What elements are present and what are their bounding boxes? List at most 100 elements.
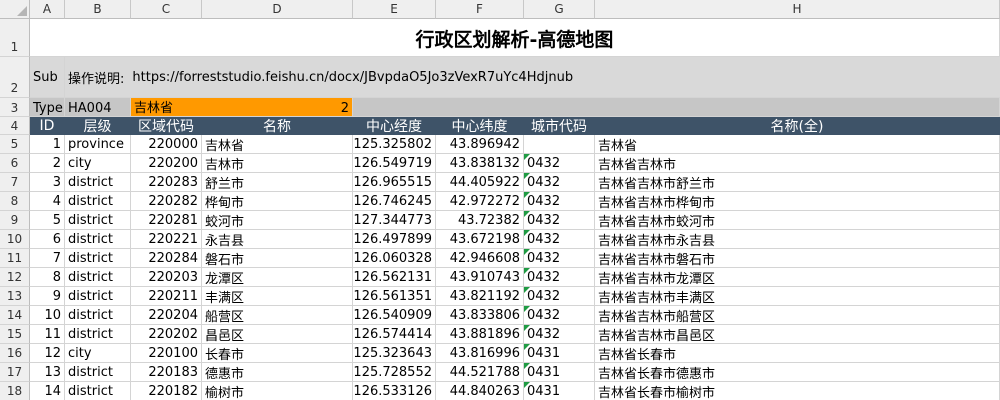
cell-city-code[interactable]: 0432 [524,249,595,268]
cell-lat[interactable]: 43.838132 [436,154,524,173]
cell-lat[interactable]: 42.972272 [436,192,524,211]
cell-lng[interactable]: 126.965515 [353,173,436,192]
cell-id[interactable]: 10 [30,306,65,325]
row-header-9[interactable]: 9 [0,211,30,230]
cell-name[interactable]: 丰满区 [202,287,353,306]
cell-level[interactable]: city [65,154,131,173]
cell-code[interactable]: 220200 [131,154,202,173]
cell-lng[interactable]: 126.549719 [353,154,436,173]
cell-name[interactable]: 龙潭区 [202,268,353,287]
cell-level[interactable]: district [65,268,131,287]
row-header-16[interactable]: 16 [0,344,30,363]
cell-city-code[interactable]: 0432 [524,173,595,192]
cell-name[interactable]: 舒兰市 [202,173,353,192]
header-level[interactable]: 层级 [65,117,131,135]
cell-id[interactable]: 11 [30,325,65,344]
cell-name[interactable]: 榆树市 [202,382,353,400]
cell-code[interactable]: 220283 [131,173,202,192]
cell-name[interactable]: 吉林市 [202,154,353,173]
cell-id[interactable]: 5 [30,211,65,230]
header-city-code[interactable]: 城市代码 [524,117,595,135]
column-header-c[interactable]: C [131,0,202,19]
cell-lng[interactable]: 125.325802 [353,135,436,154]
row-header-14[interactable]: 14 [0,306,30,325]
cell-name[interactable]: 德惠市 [202,363,353,382]
cell-b3[interactable]: HA004 [65,98,131,117]
cell-name[interactable]: 蛟河市 [202,211,353,230]
cell-lng[interactable]: 126.060328 [353,249,436,268]
cell-level[interactable]: district [65,249,131,268]
cell-city-code[interactable]: 0432 [524,211,595,230]
cell-id[interactable]: 7 [30,249,65,268]
cell-full-name[interactable]: 吉林省吉林市船营区 [595,306,1000,325]
cell-level[interactable]: district [65,287,131,306]
cell-level[interactable]: district [65,173,131,192]
cell-full-name[interactable]: 吉林省 [595,135,1000,154]
cell-full-name[interactable]: 吉林省吉林市昌邑区 [595,325,1000,344]
cell-name[interactable]: 桦甸市 [202,192,353,211]
cell-lat[interactable]: 44.840263 [436,382,524,400]
row-header-8[interactable]: 8 [0,192,30,211]
row-header-4[interactable]: 4 [0,117,30,135]
column-header-h[interactable]: H [595,0,1000,19]
cell-lng[interactable]: 126.561351 [353,287,436,306]
cell-name[interactable]: 永吉县 [202,230,353,249]
row-header-6[interactable]: 6 [0,154,30,173]
cell-id[interactable]: 13 [30,363,65,382]
row-header-10[interactable]: 10 [0,230,30,249]
cell-id[interactable]: 2 [30,154,65,173]
cell-level[interactable]: district [65,363,131,382]
cell-id[interactable]: 1 [30,135,65,154]
cell-full-name[interactable]: 吉林省吉林市桦甸市 [595,192,1000,211]
province-select-cell[interactable]: 吉林省 2 [131,98,353,117]
cell-lat[interactable]: 43.816996 [436,344,524,363]
cell-name[interactable]: 船营区 [202,306,353,325]
cell-city-code[interactable]: 0432 [524,287,595,306]
cell-code[interactable]: 220284 [131,249,202,268]
header-lng[interactable]: 中心经度 [353,117,436,135]
cell-city-code[interactable]: 0432 [524,306,595,325]
column-header-d[interactable]: D [202,0,353,19]
column-header-e[interactable]: E [353,0,436,19]
cell-full-name[interactable]: 吉林省吉林市舒兰市 [595,173,1000,192]
cell-id[interactable]: 14 [30,382,65,400]
cell-lng[interactable]: 126.497899 [353,230,436,249]
cell-lat[interactable]: 43.821192 [436,287,524,306]
cell-city-code[interactable]: 0432 [524,268,595,287]
cell-lng[interactable]: 126.533126 [353,382,436,400]
row-header-12[interactable]: 12 [0,268,30,287]
cell-id[interactable]: 6 [30,230,65,249]
row-header-11[interactable]: 11 [0,249,30,268]
column-header-f[interactable]: F [436,0,524,19]
cell-lng[interactable]: 125.323643 [353,344,436,363]
cell-e3[interactable] [353,98,1000,117]
cell-code[interactable]: 220203 [131,268,202,287]
cell-code[interactable]: 220202 [131,325,202,344]
cell-lng[interactable]: 126.746245 [353,192,436,211]
cell-code[interactable]: 220000 [131,135,202,154]
cell-level[interactable]: city [65,344,131,363]
cell-lat[interactable]: 43.833806 [436,306,524,325]
cell-city-code[interactable]: 0431 [524,344,595,363]
cell-full-name[interactable]: 吉林省吉林市永吉县 [595,230,1000,249]
cell-lat[interactable]: 43.896942 [436,135,524,154]
instruction-cell[interactable]: 操作说明: https://forreststudio.feishu.cn/do… [65,57,1000,98]
cell-city-code[interactable]: 0431 [524,363,595,382]
cell-city-code[interactable]: 0432 [524,325,595,344]
cell-level[interactable]: district [65,211,131,230]
column-header-a[interactable]: A [30,0,65,19]
cell-id[interactable]: 12 [30,344,65,363]
cell-full-name[interactable]: 吉林省吉林市磐石市 [595,249,1000,268]
row-header-15[interactable]: 15 [0,325,30,344]
header-full-name[interactable]: 名称(全) [595,117,1000,135]
cell-level[interactable]: district [65,306,131,325]
cell-lng[interactable]: 125.728552 [353,363,436,382]
column-header-b[interactable]: B [65,0,131,19]
cell-a2[interactable]: Sub [30,57,65,98]
select-all-corner[interactable] [0,0,30,19]
cell-lat[interactable]: 43.910743 [436,268,524,287]
cell-name[interactable]: 长春市 [202,344,353,363]
cell-lat[interactable]: 42.946608 [436,249,524,268]
cell-lat[interactable]: 43.672198 [436,230,524,249]
header-lat[interactable]: 中心纬度 [436,117,524,135]
